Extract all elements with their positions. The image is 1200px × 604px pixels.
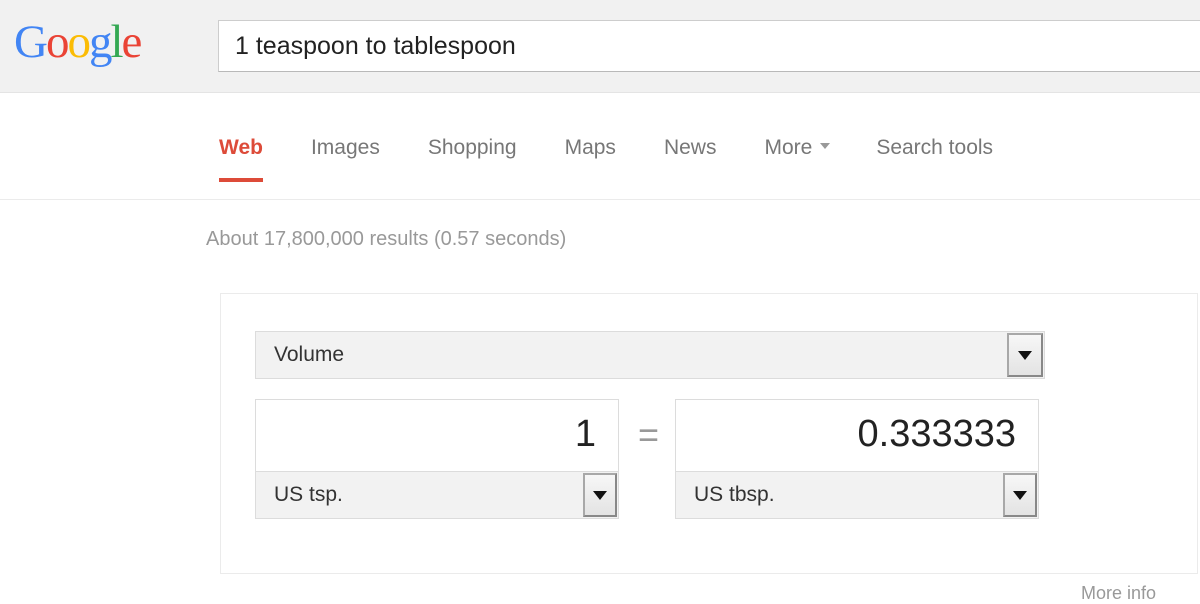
logo-letter-g1: G <box>14 16 48 68</box>
unit-converter-card: Volume 1 US tsp. = 0.333333 US tbsp. <box>220 293 1198 574</box>
target-unit-dropdown-button[interactable] <box>1003 473 1037 517</box>
logo-letter-e: e <box>121 16 143 68</box>
logo-letter-o1: o <box>45 16 69 68</box>
triangle-down-icon <box>1018 350 1032 360</box>
triangle-down-icon <box>1013 490 1027 500</box>
result-stats: About 17,800,000 results (0.57 seconds) <box>206 228 567 250</box>
search-query-text: 1 teaspoon to tablespoon <box>235 32 516 60</box>
tab-shopping[interactable]: Shopping <box>428 136 517 182</box>
logo-letter-o2: o <box>67 16 90 68</box>
search-tabs: Web Images Shopping Maps News More Searc… <box>219 136 993 200</box>
tab-images[interactable]: Images <box>311 136 380 182</box>
tab-more-label: More <box>764 136 813 159</box>
tab-web[interactable]: Web <box>219 136 263 182</box>
unit-type-value: Volume <box>274 343 345 366</box>
logo-letter-l: l <box>110 16 123 68</box>
more-info-link[interactable]: More info <box>1081 583 1156 604</box>
target-value-text: 0.333333 <box>857 413 1017 455</box>
google-logo[interactable]: Google <box>14 16 143 68</box>
source-unit-select[interactable]: US tsp. <box>255 471 619 519</box>
page-header: Google 1 teaspoon to tablespoon <box>0 0 1200 93</box>
target-unit-select[interactable]: US tbsp. <box>675 471 1039 519</box>
search-input[interactable]: 1 teaspoon to tablespoon <box>218 20 1200 72</box>
tab-maps[interactable]: Maps <box>565 136 616 182</box>
search-nav-bar: Web Images Shopping Maps News More Searc… <box>0 94 1200 200</box>
target-value-input[interactable]: 0.333333 <box>675 399 1039 471</box>
chevron-down-icon <box>820 143 831 150</box>
unit-type-select[interactable]: Volume <box>255 331 1045 379</box>
tab-search-tools[interactable]: Search tools <box>876 136 993 182</box>
source-unit-value: US tsp. <box>274 483 343 506</box>
unit-type-dropdown-button[interactable] <box>1007 333 1043 377</box>
target-unit-value: US tbsp. <box>694 483 775 506</box>
converter-target: 0.333333 US tbsp. <box>675 399 1039 519</box>
converter-source: 1 US tsp. <box>255 399 619 519</box>
source-value-text: 1 <box>574 413 596 455</box>
source-value-input[interactable]: 1 <box>255 399 619 471</box>
tab-more[interactable]: More <box>764 136 831 182</box>
triangle-down-icon <box>593 490 607 500</box>
tab-news[interactable]: News <box>664 136 717 182</box>
equals-sign: = <box>638 414 660 455</box>
logo-letter-g2: g <box>88 16 112 68</box>
source-unit-dropdown-button[interactable] <box>583 473 617 517</box>
